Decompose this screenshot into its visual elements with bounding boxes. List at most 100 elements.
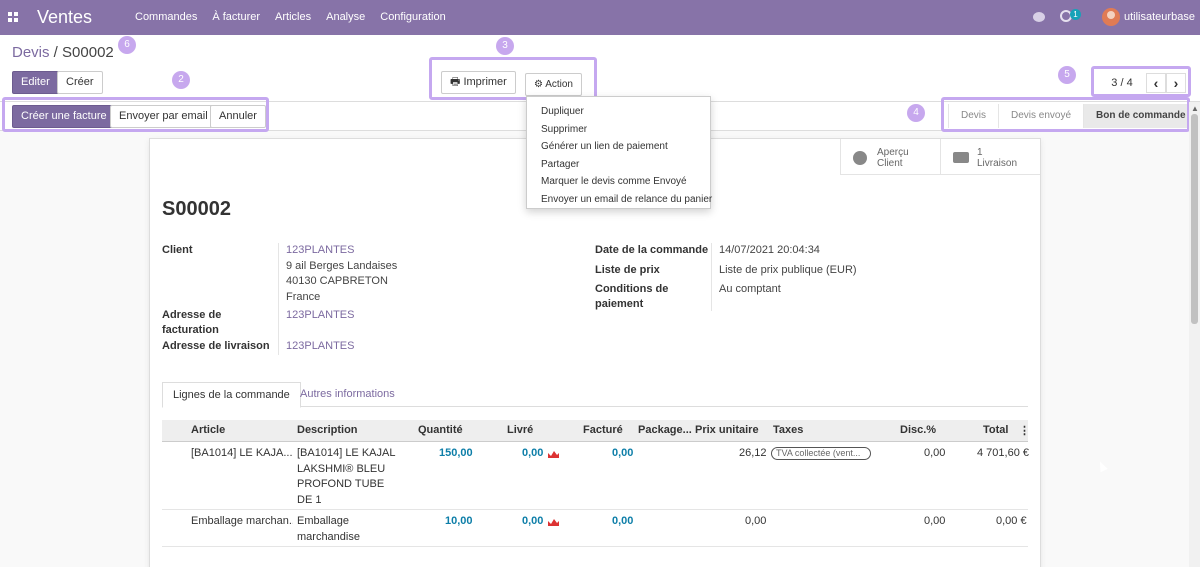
pricelist-label: Liste de prix [595,264,660,276]
order-date-value: 14/07/2021 20:04:34 [719,244,820,256]
cell-invoiced: 0,00 [612,447,634,459]
cell-discount: 0,00 [924,515,946,527]
column-header-article[interactable]: Article [191,424,225,436]
app-title[interactable]: Ventes [37,7,92,28]
menu-item-analyse[interactable]: Analyse [326,11,365,23]
cell-delivered: 0,00 [522,447,544,459]
client-name[interactable]: 123PLANTES [286,243,354,259]
order-date-label: Date de la commande [595,244,709,256]
scrollbar-thumb[interactable] [1191,114,1198,324]
action-dropdown-menu: Dupliquer Supprimer Générer un lien de p… [526,96,712,209]
invoice-address-value[interactable]: 123PLANTES [286,308,354,324]
cell-description: [BA1014] LE KAJAL LAKSHMI® BLEU PROFOND … [297,447,396,506]
table-row[interactable]: Emballage marchan... Emballage marchandi… [162,510,1028,547]
field-separator [278,243,279,355]
column-header-total[interactable]: Total [983,424,1008,436]
cell-quantity: 150,00 [439,447,473,459]
column-header-invoiced[interactable]: Facturé [583,424,623,436]
column-header-quantity[interactable]: Quantité [418,424,463,436]
notebook-tabs: Lignes de la commande Autres information… [162,382,1028,408]
menu-item-mark-sent[interactable]: Marquer le devis comme Envoyé [527,173,710,191]
highlight-box-print-action [429,57,597,100]
forecast-chart-icon[interactable] [548,518,559,526]
delivery-address-value[interactable]: 123PLANTES [286,339,354,355]
delivery-button[interactable]: 1 Livraison [940,139,1040,175]
menu-item-configuration[interactable]: Configuration [380,11,445,23]
scroll-up-arrow-icon[interactable]: ▲ [1191,104,1199,113]
payment-terms-value: Au comptant [719,283,781,295]
annotation-number: 5 [1058,66,1076,84]
forecast-chart-icon[interactable] [548,450,559,458]
chat-icon[interactable] [1033,12,1045,22]
cell-discount: 0,00 [924,447,946,459]
breadcrumb-current: S00002 [62,44,114,61]
cell-description: Emballage marchandise [297,515,360,543]
username[interactable]: utilisateurbase [1124,11,1195,23]
column-header-taxes[interactable]: Taxes [773,424,803,436]
table-header: Article Description Quantité Livré Factu… [162,420,1030,442]
main-menu: Commandes À facturer Articles Analyse Co… [135,11,461,23]
menu-item-duplicate[interactable]: Dupliquer [527,103,710,121]
menu-item-a-facturer[interactable]: À facturer [212,11,260,23]
globe-icon [853,151,867,165]
edit-button[interactable]: Editer [12,71,59,94]
create-button[interactable]: Créer [57,71,103,94]
customer-preview-button[interactable]: Aperçu Client [840,139,940,175]
column-header-discount[interactable]: Disc.% [900,424,936,436]
apps-menu-icon[interactable] [8,12,18,22]
menu-item-articles[interactable]: Articles [275,11,311,23]
invoice-address-label: Adresse de facturation [162,309,222,336]
annotation-number: 3 [496,37,514,55]
smart-button-box: Aperçu Client 1 Livraison [840,139,1040,175]
tab-order-lines[interactable]: Lignes de la commande [162,382,301,408]
client-address-line: 40130 CAPBRETON [286,275,388,287]
column-options-icon[interactable]: ⋮ [1019,424,1030,437]
highlight-box-stages [941,97,1190,132]
client-address-line: 9 ail Berges Landaises [286,260,398,272]
order-lines-table: Article Description Quantité Livré Factu… [162,420,1030,547]
breadcrumb: Devis / S00002 [12,44,114,61]
mouse-cursor-icon [1096,459,1108,473]
user-avatar[interactable] [1102,8,1120,26]
pricelist-value: Liste de prix publique (EUR) [719,264,857,276]
control-panel: Devis / S00002 Editer Créer 🖶 Imprimer ⚙… [0,35,1200,102]
cell-unit-price: 0,00 [745,515,767,527]
cell-total: 0,00 € [996,515,1027,527]
tab-other-info[interactable]: Autres informations [290,382,405,408]
truck-icon [953,152,969,163]
highlight-box-statusbar-buttons [2,97,269,132]
breadcrumb-parent[interactable]: Devis [12,44,50,61]
customer-preview-label: Aperçu Client [877,147,909,169]
cell-unit-price: 26,12 [739,447,767,459]
cell-invoiced: 0,00 [612,515,634,527]
activity-count-badge: 1 [1070,9,1081,20]
menu-item-commandes[interactable]: Commandes [135,11,197,23]
column-header-unit-price[interactable]: Prix unitaire [695,424,759,436]
column-header-delivered[interactable]: Livré [507,424,533,436]
cell-article: Emballage marchan... [191,515,293,527]
payment-terms-label: Conditions de paiement [595,283,669,310]
field-separator [711,243,712,311]
annotation-number: 4 [907,104,925,122]
breadcrumb-separator: / [49,44,63,61]
cell-total: 4 701,60 € [977,447,1029,459]
client-address-line: France [286,291,321,303]
highlight-box-pager [1091,66,1191,97]
column-header-description[interactable]: Description [297,424,358,436]
top-navbar: Ventes Commandes À facturer Articles Ana… [0,0,1200,35]
delivery-address-label: Adresse de livraison [162,340,270,352]
menu-item-delete[interactable]: Supprimer [527,121,710,139]
table-row[interactable]: [BA1014] LE KAJA... [BA1014] LE KAJAL LA… [162,442,1029,510]
column-header-package[interactable]: Package... [638,424,692,436]
menu-item-share[interactable]: Partager [527,156,710,174]
delivery-label: 1 Livraison [977,147,1018,169]
page-scrollbar[interactable]: ▲ [1189,102,1200,567]
menu-item-payment-link[interactable]: Générer un lien de paiement [527,138,710,156]
annotation-number: 2 [172,71,190,89]
tax-tag: TVA collectée (vent... [771,447,871,460]
client-label: Client [162,244,193,256]
menu-item-cart-reminder[interactable]: Envoyer un email de relance du panier [527,191,712,209]
annotation-number: 6 [118,36,136,54]
cell-quantity: 10,00 [445,515,473,527]
record-name: S00002 [162,198,231,220]
